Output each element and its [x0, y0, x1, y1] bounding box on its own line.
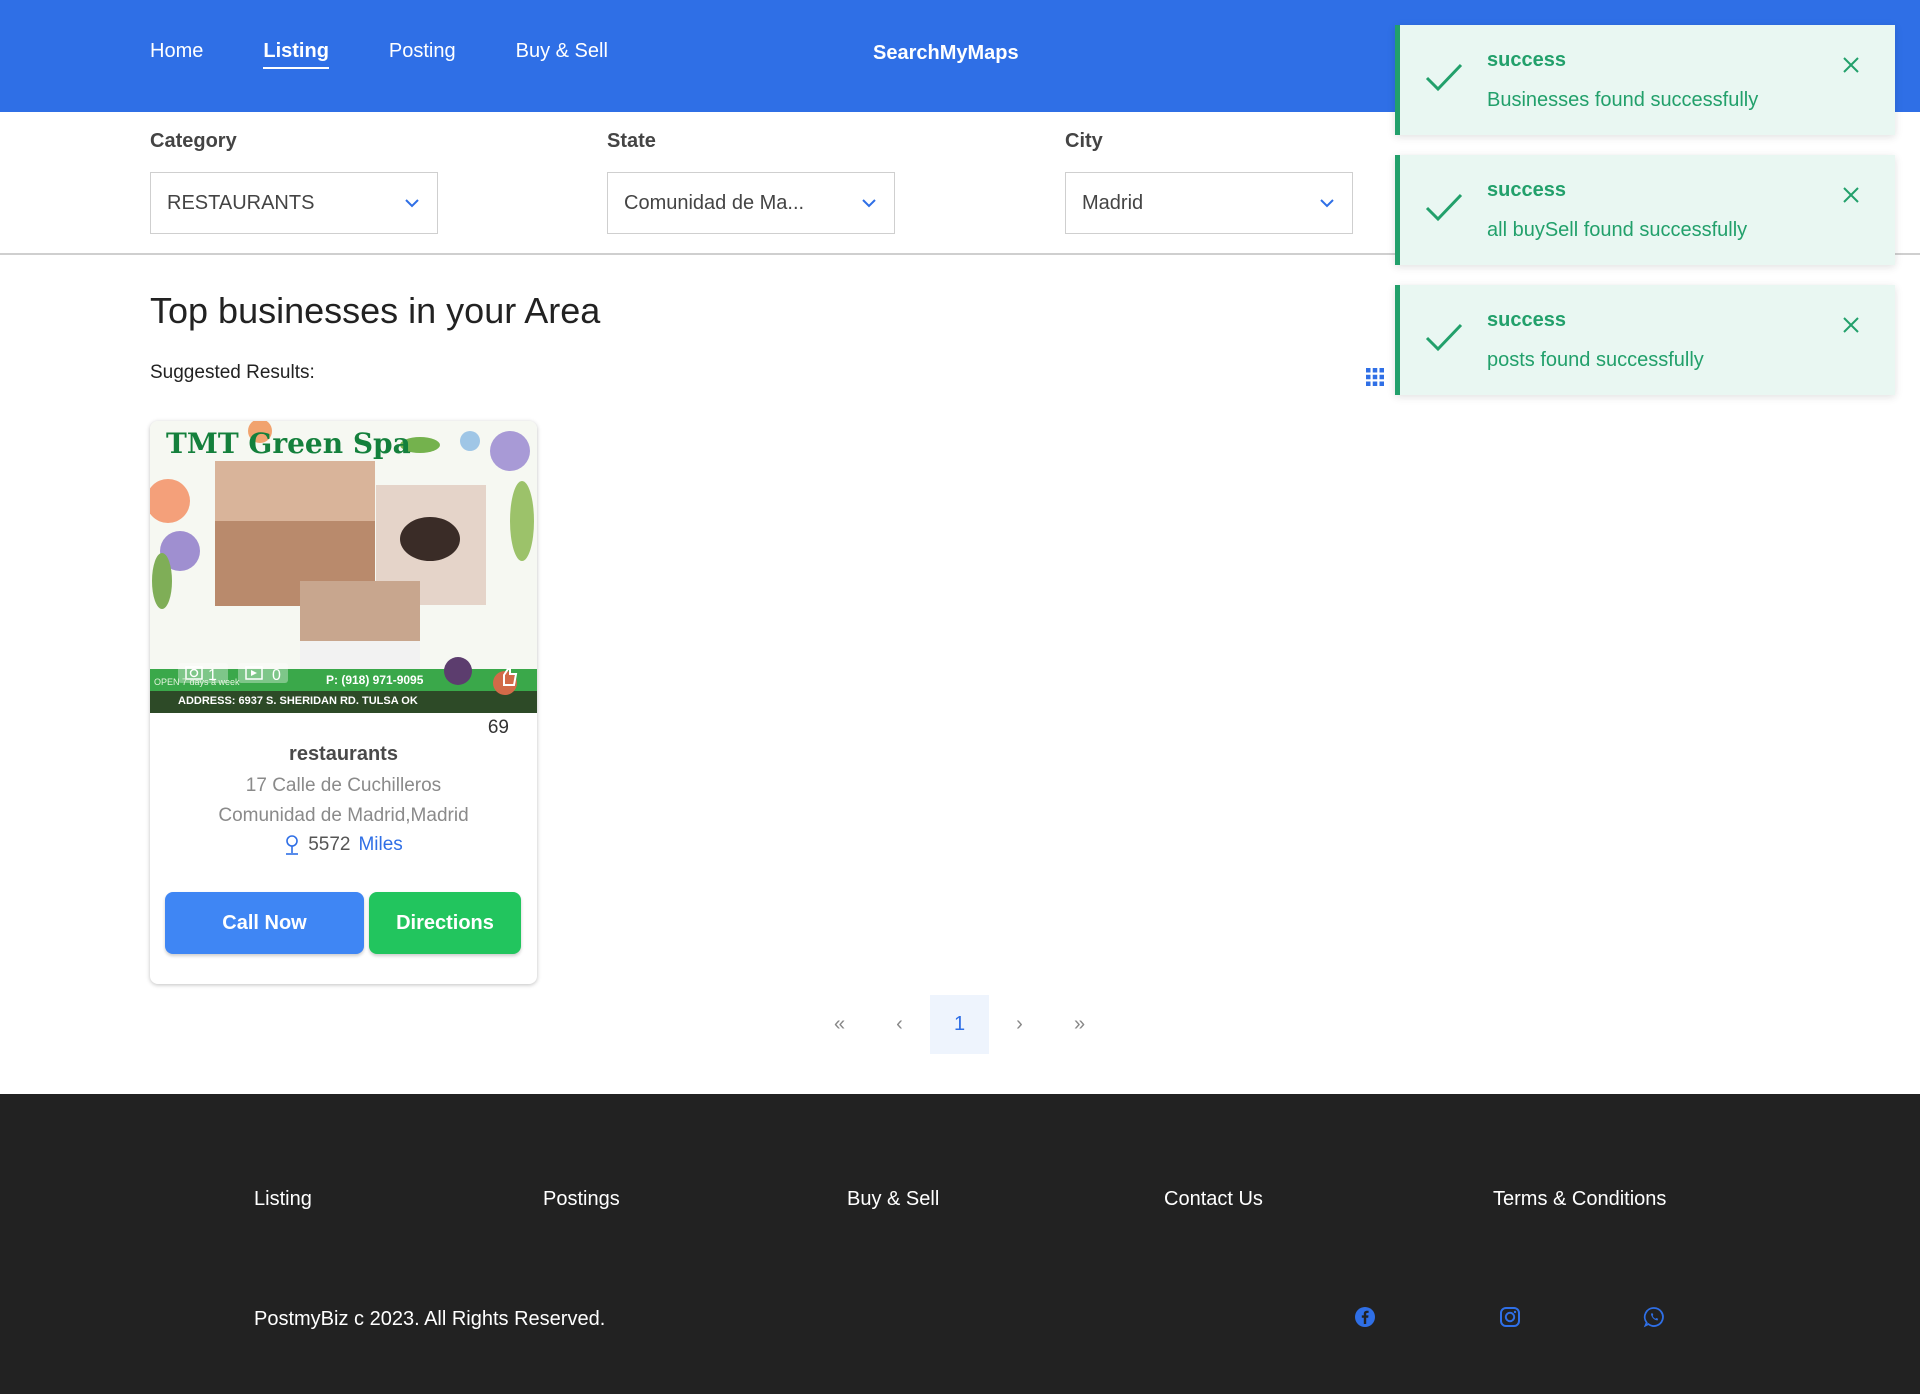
close-icon[interactable] [1841, 55, 1861, 75]
toast-notification: success Businesses found successfully [1395, 25, 1895, 135]
next-page-button[interactable]: › [990, 995, 1049, 1054]
checkmark-icon [1425, 63, 1463, 92]
city-filter: City Madrid [1065, 130, 1353, 234]
first-page-button[interactable]: « [810, 995, 869, 1054]
chevron-down-icon [405, 199, 419, 208]
flyer-open-hours: OPEN 7 days a week [154, 677, 240, 687]
footer-link-contact-us[interactable]: Contact Us [1164, 1188, 1263, 1211]
state-select[interactable]: Comunidad de Ma... [607, 172, 895, 234]
toast-message: Businesses found successfully [1487, 89, 1759, 111]
category-select[interactable]: RESTAURANTS [150, 172, 438, 234]
video-count: 0 [272, 667, 281, 684]
flyer-phone: P: (918) 971-9095 [326, 673, 424, 687]
business-card[interactable]: TMT Green Spa 1 0 OPEN 7 days a week P: … [150, 421, 537, 984]
footer-link-postings[interactable]: Postings [543, 1188, 620, 1211]
category-filter: Category RESTAURANTS [150, 130, 438, 234]
toast-notification: success all buySell found successfully [1395, 155, 1895, 265]
state-label: State [607, 130, 656, 152]
toast-title: success [1487, 309, 1566, 331]
call-now-button[interactable]: Call Now [165, 892, 364, 954]
chevron-down-icon [862, 199, 876, 208]
nav-home[interactable]: Home [150, 40, 203, 69]
facebook-icon[interactable] [1354, 1306, 1376, 1328]
like-count: 69 [487, 717, 509, 738]
brand-logo-text[interactable]: SearchMyMaps [873, 42, 1019, 65]
city-select[interactable]: Madrid [1065, 172, 1353, 234]
distance-value: 5572 [308, 834, 351, 855]
last-page-button[interactable]: » [1050, 995, 1109, 1054]
previous-page-button[interactable]: ‹ [870, 995, 929, 1054]
business-distance: 5572 Miles [150, 834, 537, 856]
toast-message: all buySell found successfully [1487, 219, 1748, 241]
city-value: Madrid [1082, 191, 1144, 214]
copyright-text: PostmyBiz c 2023. All Rights Reserved. [254, 1308, 606, 1330]
suggested-results-label: Suggested Results: [150, 362, 315, 383]
distance-unit: Miles [358, 834, 403, 855]
category-label: Category [150, 130, 237, 152]
grid-view-icon[interactable] [1366, 368, 1384, 386]
nav-posting[interactable]: Posting [389, 40, 456, 69]
state-filter: State Comunidad de Ma... [607, 130, 895, 234]
whatsapp-icon[interactable] [1643, 1306, 1665, 1328]
flyer-title: TMT Green Spa [166, 427, 411, 460]
business-category: restaurants [289, 743, 398, 765]
page-title: Top businesses in your Area [150, 290, 601, 331]
pagination: « ‹ 1 › » [810, 995, 1110, 1054]
business-address: 17 Calle de Cuchilleros [245, 775, 442, 796]
footer: Listing Postings Buy & Sell Contact Us T… [0, 1094, 1920, 1394]
checkmark-icon [1425, 193, 1463, 222]
city-label: City [1065, 130, 1103, 152]
close-icon[interactable] [1841, 185, 1861, 205]
footer-link-buy-sell[interactable]: Buy & Sell [847, 1188, 939, 1211]
nav-buy-sell[interactable]: Buy & Sell [516, 40, 608, 69]
location-pin-icon [286, 835, 299, 855]
instagram-icon[interactable] [1499, 1306, 1521, 1328]
business-region: Comunidad de Madrid,Madrid [218, 805, 469, 826]
footer-link-listing[interactable]: Listing [254, 1188, 312, 1211]
toast-title: success [1487, 49, 1566, 71]
category-value: RESTAURANTS [167, 191, 315, 214]
flyer-address: ADDRESS: 6937 S. SHERIDAN RD. TULSA OK [178, 695, 418, 707]
checkmark-icon [1425, 323, 1463, 352]
nav-listing[interactable]: Listing [263, 40, 329, 69]
state-value: Comunidad de Ma... [624, 191, 805, 214]
chevron-down-icon [1320, 199, 1334, 208]
close-icon[interactable] [1841, 315, 1861, 335]
footer-link-terms[interactable]: Terms & Conditions [1493, 1188, 1666, 1211]
directions-button[interactable]: Directions [369, 892, 521, 954]
main-nav: Home Listing Posting Buy & Sell [150, 40, 668, 69]
business-image[interactable]: TMT Green Spa 1 0 OPEN 7 days a week P: … [150, 421, 537, 713]
toast-message: posts found successfully [1487, 349, 1704, 371]
toast-notification: success posts found successfully [1395, 285, 1895, 395]
toast-title: success [1487, 179, 1566, 201]
page-1-button[interactable]: 1 [930, 995, 989, 1054]
